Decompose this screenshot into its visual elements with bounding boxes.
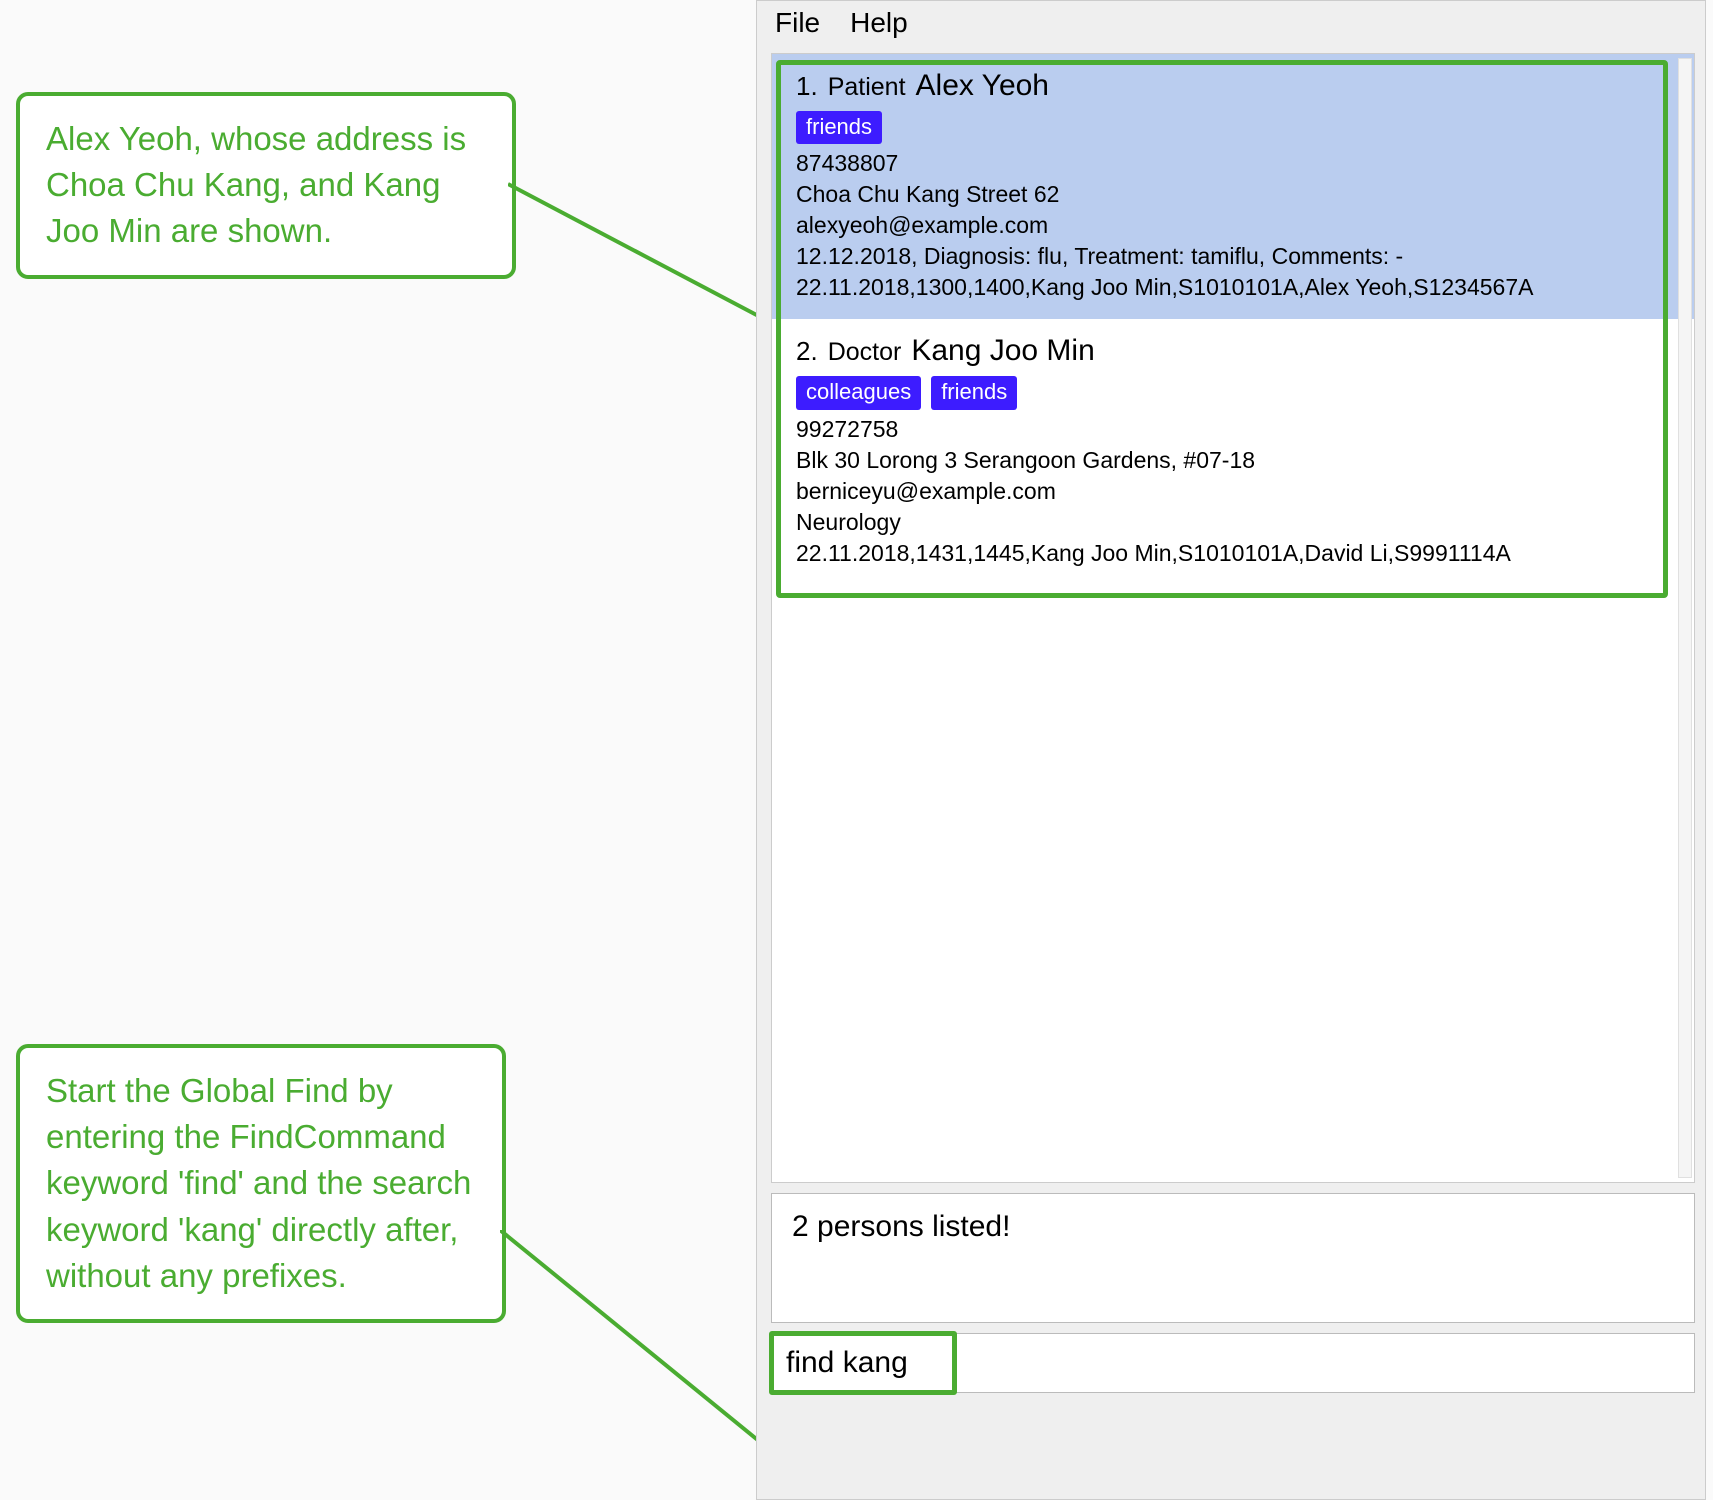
connector-line-results	[508, 170, 778, 330]
menu-help[interactable]: Help	[850, 7, 908, 39]
person-index: 1.	[796, 69, 818, 104]
person-name: Alex Yeoh	[916, 66, 1049, 107]
person-extra-1: 12.12.2018, Diagnosis: flu, Treatment: t…	[796, 241, 1672, 272]
tag-row: friends	[796, 111, 1672, 145]
tag: friends	[931, 376, 1017, 410]
person-header: 2. Doctor Kang Joo Min	[796, 331, 1672, 372]
person-extra-2: 22.11.2018,1300,1400,Kang Joo Min,S10101…	[796, 272, 1672, 303]
annotation-callout-results-text: Alex Yeoh, whose address is Choa Chu Kan…	[46, 120, 466, 249]
person-address: Choa Chu Kang Street 62	[796, 179, 1672, 210]
command-input-wrapper	[771, 1333, 1695, 1393]
person-extra-2: 22.11.2018,1431,1445,Kang Joo Min,S10101…	[796, 538, 1672, 569]
person-card[interactable]: 2. Doctor Kang Joo Min colleagues friend…	[772, 319, 1694, 584]
menu-file[interactable]: File	[775, 7, 820, 39]
person-email: berniceyu@example.com	[796, 476, 1672, 507]
tag-row: colleagues friends	[796, 376, 1672, 410]
person-phone: 87438807	[796, 148, 1672, 179]
tag: friends	[796, 111, 882, 145]
app-window: File Help 1. Patient Alex Yeoh friends 8…	[756, 0, 1706, 1500]
connector-line-command	[500, 1230, 780, 1460]
command-input[interactable]	[771, 1333, 1695, 1393]
person-role: Patient	[828, 71, 906, 105]
person-email: alexyeoh@example.com	[796, 210, 1672, 241]
person-name: Kang Joo Min	[911, 331, 1094, 372]
person-list-panel: 1. Patient Alex Yeoh friends 87438807 Ch…	[771, 53, 1695, 1183]
person-index: 2.	[796, 334, 818, 369]
status-panel: 2 persons listed!	[771, 1193, 1695, 1323]
person-phone: 99272758	[796, 414, 1672, 445]
annotation-callout-results: Alex Yeoh, whose address is Choa Chu Kan…	[16, 92, 516, 279]
person-header: 1. Patient Alex Yeoh	[796, 66, 1672, 107]
person-extra-1: Neurology	[796, 507, 1672, 538]
status-text: 2 persons listed!	[792, 1210, 1010, 1243]
annotation-callout-command: Start the Global Find by entering the Fi…	[16, 1044, 506, 1323]
tag: colleagues	[796, 376, 921, 410]
person-card[interactable]: 1. Patient Alex Yeoh friends 87438807 Ch…	[772, 54, 1694, 319]
annotation-callout-command-text: Start the Global Find by entering the Fi…	[46, 1072, 471, 1294]
person-address: Blk 30 Lorong 3 Serangoon Gardens, #07-1…	[796, 445, 1672, 476]
menubar: File Help	[757, 1, 1705, 45]
scrollbar[interactable]	[1678, 58, 1692, 1178]
person-role: Doctor	[828, 336, 902, 370]
